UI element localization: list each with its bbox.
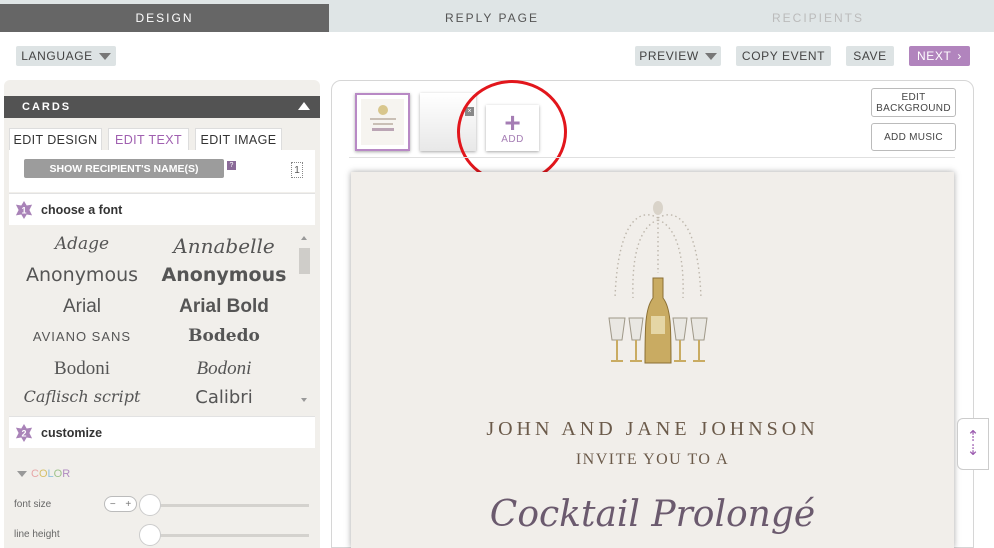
- thumbnail-line: [369, 118, 396, 120]
- highlight-circle: [457, 80, 567, 184]
- card-event-title[interactable]: Cocktail Prolongé: [351, 494, 954, 535]
- tab-edit-design[interactable]: EDIT DESIGN: [9, 128, 102, 150]
- font-size-slider-knob[interactable]: [139, 494, 161, 516]
- champagne-illustration: [608, 201, 708, 364]
- font-item[interactable]: Anonymous: [9, 264, 155, 286]
- section-customize[interactable]: 2 customize: [9, 416, 315, 448]
- arrow-down-icon[interactable]: ⇣: [967, 443, 980, 458]
- font-item[interactable]: Arial: [9, 296, 155, 318]
- font-item[interactable]: Anonymous: [151, 264, 297, 286]
- page-number-icon: 1: [291, 162, 303, 178]
- next-label: NEXT: [916, 49, 952, 63]
- color-label: R: [62, 468, 71, 480]
- color-label: C: [31, 468, 39, 480]
- font-item[interactable]: Bodoni: [9, 358, 155, 380]
- line-height-slider[interactable]: [159, 534, 309, 537]
- recipient-row: SHOW RECIPIENT'S NAME(S) ? 1: [9, 150, 315, 192]
- thumbnail-line: [372, 123, 393, 125]
- step-badge-icon: 1: [15, 201, 33, 219]
- font-item[interactable]: Adage: [9, 234, 155, 254]
- card-thumbnail-1[interactable]: [355, 93, 410, 151]
- card-invite-line[interactable]: INVITE YOU TO A: [351, 451, 954, 469]
- font-item[interactable]: Arial Bold: [151, 296, 297, 318]
- language-label: LANGUAGE: [21, 49, 93, 63]
- save-button[interactable]: SAVE: [846, 46, 894, 66]
- cards-label: CARDS: [22, 101, 72, 113]
- font-list-scrollbar[interactable]: [297, 236, 312, 408]
- tab-edit-image[interactable]: EDIT IMAGE: [195, 128, 282, 150]
- font-item[interactable]: Calibri: [151, 387, 297, 408]
- step-badge-icon: 2: [15, 424, 33, 442]
- top-navigation: DESIGN REPLY PAGE RECIPIENTS: [0, 0, 994, 32]
- color-label: O: [38, 468, 48, 480]
- line-height-label: line height: [14, 529, 60, 540]
- font-item[interactable]: Bodedo: [151, 326, 297, 346]
- font-list: Adage Annabelle Anonymous Anonymous Aria…: [9, 226, 315, 416]
- collapse-icon[interactable]: [298, 102, 310, 110]
- line-height-slider-knob[interactable]: [139, 524, 161, 546]
- font-item[interactable]: AVIANO SANS: [9, 329, 155, 344]
- card-names[interactable]: JOHN AND JANE JOHNSON: [351, 418, 954, 441]
- font-item[interactable]: Annabelle: [151, 234, 297, 258]
- thumbnail-art: [377, 105, 388, 115]
- customize-panel: COLOR font size − + line height: [9, 448, 315, 548]
- tab-edit-text[interactable]: EDIT TEXT: [108, 128, 189, 150]
- show-recipient-button[interactable]: SHOW RECIPIENT'S NAME(S): [24, 159, 224, 178]
- copy-event-button[interactable]: COPY EVENT: [736, 46, 831, 66]
- cards-header[interactable]: CARDS: [4, 96, 320, 118]
- color-label: O: [53, 468, 63, 480]
- toolbar: [0, 32, 994, 80]
- font-size-slider[interactable]: [159, 504, 309, 507]
- preview-label: PREVIEW: [639, 49, 699, 63]
- font-size-stepper[interactable]: − +: [104, 496, 137, 512]
- add-music-button[interactable]: ADD MUSIC: [871, 123, 956, 151]
- section-choose-font[interactable]: 1 choose a font: [9, 193, 315, 225]
- chevron-down-icon: [17, 471, 27, 477]
- thumbnail-line: [371, 128, 394, 131]
- next-button[interactable]: NEXT ›: [909, 46, 970, 66]
- language-button[interactable]: LANGUAGE: [16, 46, 116, 66]
- plus-icon[interactable]: +: [125, 499, 131, 510]
- scroll-up-icon[interactable]: [301, 236, 307, 240]
- edit-background-button[interactable]: EDIT BACKGROUND: [871, 88, 956, 117]
- tab-reply-page[interactable]: REPLY PAGE: [329, 4, 655, 32]
- page-scroll-control[interactable]: ⇡ ⇣: [957, 418, 989, 470]
- tab-design[interactable]: DESIGN: [0, 4, 329, 32]
- font-item[interactable]: Bodoni: [151, 358, 297, 380]
- font-size-label: font size: [14, 499, 52, 510]
- scroll-thumb[interactable]: [299, 248, 310, 274]
- svg-text:2: 2: [21, 429, 26, 439]
- divider: [349, 157, 955, 158]
- choose-font-label: choose a font: [41, 202, 123, 217]
- preview-button[interactable]: PREVIEW: [635, 46, 721, 66]
- chevron-down-icon: [704, 52, 717, 60]
- scroll-down-icon[interactable]: [301, 398, 307, 402]
- invitation-card[interactable]: JOHN AND JANE JOHNSON INVITE YOU TO A Co…: [351, 172, 954, 548]
- svg-text:1: 1: [21, 206, 26, 216]
- chevron-right-icon: ›: [957, 49, 962, 63]
- tab-recipients[interactable]: RECIPIENTS: [655, 4, 981, 32]
- chevron-down-icon: [98, 52, 111, 60]
- help-icon[interactable]: ?: [227, 161, 236, 170]
- customize-label: customize: [41, 425, 103, 440]
- minus-icon[interactable]: −: [110, 499, 116, 510]
- font-item[interactable]: Caflisch script: [9, 387, 155, 406]
- color-toggle[interactable]: COLOR: [17, 468, 70, 480]
